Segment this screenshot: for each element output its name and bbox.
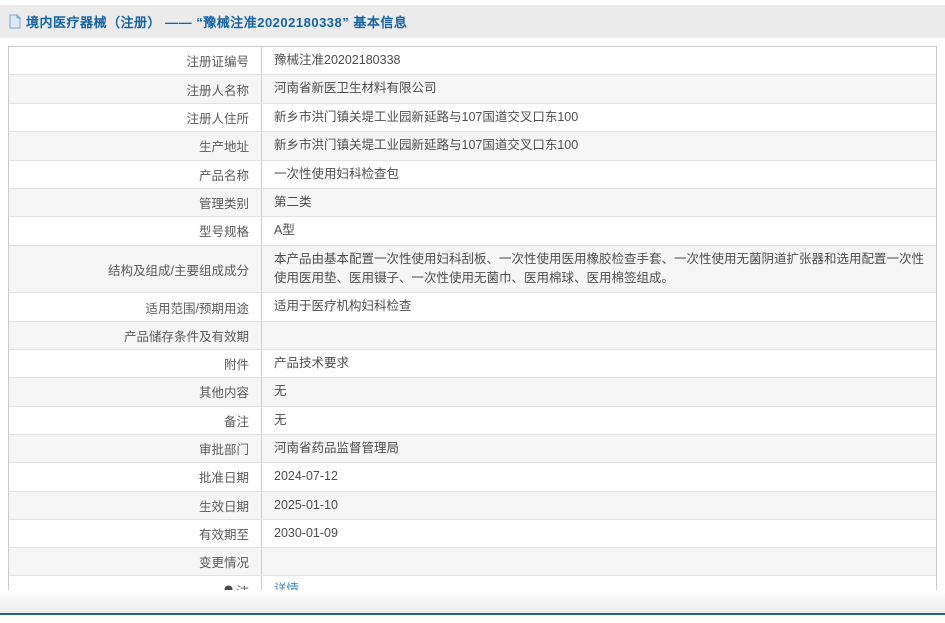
table-row: 适用范围/预期用途 适用于医疗机构妇科检查 (9, 293, 936, 321)
table-row: 附件 产品技术要求 (9, 350, 936, 378)
row-label: 有效期至 (9, 520, 262, 547)
table-row: 产品名称 一次性使用妇科检查包 (9, 161, 936, 189)
row-value: A型 (262, 217, 936, 244)
table-row: 结构及组成/主要组成成分 本产品由基本配置一次性使用妇科刮板、一次性使用医用橡胶… (9, 246, 936, 294)
page-header: 境内医疗器械（注册） —— “豫械注准20202180338” 基本信息 (0, 5, 945, 38)
table-row: 备注 无 (9, 407, 936, 435)
row-label: 备注 (9, 407, 262, 434)
row-value: 新乡市洪门镇关堤工业园新延路与107国道交叉口东100 (262, 132, 936, 159)
row-value: 产品技术要求 (262, 350, 936, 377)
row-value: 无 (262, 407, 936, 434)
table-row: 生产地址 新乡市洪门镇关堤工业园新延路与107国道交叉口东100 (9, 132, 936, 160)
row-value: 2025-01-10 (262, 492, 936, 519)
footer-gradient (0, 590, 945, 613)
table-row: 批准日期 2024-07-12 (9, 463, 936, 491)
table-row: 注册人住所 新乡市洪门镇关堤工业园新延路与107国道交叉口东100 (9, 104, 936, 132)
row-value: 无 (262, 378, 936, 405)
table-row: 管理类别 第二类 (9, 189, 936, 217)
row-value: 2024-07-12 (262, 463, 936, 490)
page-title: 境内医疗器械（注册） —— “豫械注准20202180338” 基本信息 (26, 12, 407, 31)
table-row: 审批部门 河南省药品监督管理局 (9, 435, 936, 463)
table-row: 产品储存条件及有效期 (9, 322, 936, 350)
row-value: 第二类 (262, 189, 936, 216)
row-label: 其他内容 (9, 378, 262, 405)
row-label: 产品储存条件及有效期 (9, 322, 262, 349)
row-value: 新乡市洪门镇关堤工业园新延路与107国道交叉口东100 (262, 104, 936, 131)
info-table: 注册证编号 豫械注准20202180338 注册人名称 河南省新医卫生材料有限公… (8, 46, 937, 605)
row-value (262, 548, 936, 575)
row-label: 产品名称 (9, 161, 262, 188)
page: 境内医疗器械（注册） —— “豫械注准20202180338” 基本信息 注册证… (0, 0, 945, 623)
row-label: 附件 (9, 350, 262, 377)
row-label: 管理类别 (9, 189, 262, 216)
row-label: 变更情况 (9, 548, 262, 575)
document-icon (8, 14, 22, 29)
table-row: 注册证编号 豫械注准20202180338 (9, 47, 936, 75)
row-value: 本产品由基本配置一次性使用妇科刮板、一次性使用医用橡胶检查手套、一次性使用无菌阴… (262, 246, 936, 293)
table-row: 型号规格 A型 (9, 217, 936, 245)
row-value: 适用于医疗机构妇科检查 (262, 293, 936, 320)
row-label: 审批部门 (9, 435, 262, 462)
table-row: 注册人名称 河南省新医卫生材料有限公司 (9, 75, 936, 103)
footer-divider (0, 613, 945, 615)
table-row: 有效期至 2030-01-09 (9, 520, 936, 548)
table-row: 生效日期 2025-01-10 (9, 492, 936, 520)
row-label: 适用范围/预期用途 (9, 293, 262, 320)
row-label: 注册人名称 (9, 75, 262, 102)
row-value: 一次性使用妇科检查包 (262, 161, 936, 188)
row-value: 河南省新医卫生材料有限公司 (262, 75, 936, 102)
row-label: 注册人住所 (9, 104, 262, 131)
row-label: 批准日期 (9, 463, 262, 490)
row-label: 结构及组成/主要组成成分 (9, 246, 262, 293)
row-value: 河南省药品监督管理局 (262, 435, 936, 462)
row-label: 注册证编号 (9, 47, 262, 74)
row-value (262, 322, 936, 349)
row-label: 生产地址 (9, 132, 262, 159)
row-value: 2030-01-09 (262, 520, 936, 547)
table-row: 其他内容 无 (9, 378, 936, 406)
table-row: 变更情况 (9, 548, 936, 576)
row-value: 豫械注准20202180338 (262, 47, 936, 74)
row-label: 型号规格 (9, 217, 262, 244)
row-label: 生效日期 (9, 492, 262, 519)
